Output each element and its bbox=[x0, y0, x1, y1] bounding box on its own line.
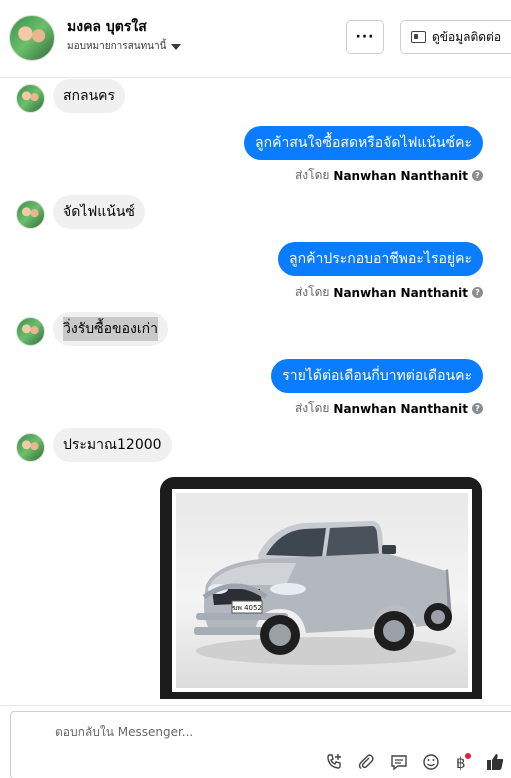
add-call-icon[interactable] bbox=[323, 751, 345, 773]
sent-by-info: ส่งโดย Nanwhan Nanthanit ? bbox=[295, 399, 483, 418]
sender-name[interactable]: Nanwhan Nanthanit bbox=[333, 402, 468, 416]
more-options-button[interactable]: ··· bbox=[346, 20, 384, 54]
incoming-message[interactable]: จัดไฟแน้นซ์ bbox=[53, 195, 145, 229]
sender-name[interactable]: Nanwhan Nanthanit bbox=[333, 286, 468, 300]
sender-name[interactable]: Nanwhan Nanthanit bbox=[333, 169, 468, 183]
contact-card-icon bbox=[411, 31, 426, 43]
customer-avatar[interactable] bbox=[9, 15, 55, 61]
message-text: สกลนคร bbox=[63, 88, 116, 104]
sent-by-prefix: ส่งโดย bbox=[294, 401, 330, 415]
assign-conversation-dropdown[interactable]: มอบหมายการสนทนานี้ bbox=[67, 39, 182, 54]
customer-avatar-small bbox=[16, 84, 45, 113]
sent-by-prefix: ส่งโดย bbox=[294, 168, 330, 182]
emoji-icon[interactable] bbox=[420, 751, 442, 773]
customer-avatar-small bbox=[16, 200, 45, 229]
customer-avatar-small bbox=[16, 317, 45, 346]
message-text: ประมาณ12000 bbox=[63, 437, 162, 453]
saved-reply-icon[interactable] bbox=[388, 751, 410, 773]
pickup-truck-illustration: ฆพ 4052 bbox=[194, 521, 456, 665]
svg-text:฿: ฿ bbox=[456, 754, 466, 772]
message-text: ลูกค้าสนใจซื้อสดหรือจัดไฟแน้นซ์คะ bbox=[255, 135, 472, 151]
incoming-message[interactable]: สกลนคร bbox=[53, 79, 126, 113]
like-icon[interactable] bbox=[484, 751, 506, 773]
incoming-message[interactable]: ประมาณ12000 bbox=[53, 428, 172, 462]
conversation-header: มงคล บุตรใส มอบหมายการสนทนานี้ ··· ดูข้อ… bbox=[0, 0, 511, 78]
message-text-highlighted: วิ่งรับซื้อของเก่า bbox=[63, 317, 158, 341]
message-text: ลูกค้าประกอบอาชีพอะไรอยู่คะ bbox=[289, 251, 472, 267]
pickup-truck-photo[interactable]: ฆพ 4052 bbox=[172, 489, 472, 692]
customer-name[interactable]: มงคล บุตรใส bbox=[67, 16, 147, 38]
outgoing-message[interactable]: รายได้ต่อเดือนกี่บาทต่อเดือนคะ bbox=[271, 359, 483, 393]
license-plate-text: ฆพ 4052 bbox=[232, 604, 262, 612]
message-text: รายได้ต่อเดือนกี่บาทต่อเดือนคะ bbox=[282, 368, 472, 384]
outgoing-message[interactable]: ลูกค้าสนใจซื้อสดหรือจัดไฟแน้นซ์คะ bbox=[244, 126, 483, 160]
info-icon[interactable]: ? bbox=[472, 170, 483, 181]
caret-down-icon bbox=[171, 43, 182, 50]
message-text: จัดไฟแน้นซ์ bbox=[63, 204, 135, 220]
view-contact-label: ดูข้อมูลติดต่อ bbox=[432, 29, 502, 44]
assign-label: มอบหมายการสนทนานี้ bbox=[67, 41, 167, 52]
customer-avatar-small bbox=[16, 433, 45, 462]
payment-icon[interactable]: ฿ bbox=[451, 751, 473, 773]
view-contact-button[interactable]: ดูข้อมูลติดต่อ bbox=[400, 20, 511, 54]
sent-by-info: ส่งโดย Nanwhan Nanthanit ? bbox=[295, 166, 483, 185]
sent-by-prefix: ส่งโดย bbox=[294, 285, 330, 299]
sent-by-info: ส่งโดย Nanwhan Nanthanit ? bbox=[295, 283, 483, 302]
info-icon[interactable]: ? bbox=[472, 403, 483, 414]
reply-input[interactable]: ตอบกลับใน Messenger... bbox=[55, 723, 193, 742]
info-icon[interactable]: ? bbox=[472, 287, 483, 298]
attach-icon[interactable] bbox=[355, 751, 377, 773]
incoming-message[interactable]: วิ่งรับซื้อของเก่า bbox=[53, 312, 168, 346]
outgoing-image-message[interactable]: ฆพ 4052 bbox=[160, 477, 482, 699]
more-dots-icon: ··· bbox=[355, 29, 375, 45]
outgoing-message[interactable]: ลูกค้าประกอบอาชีพอะไรอยู่คะ bbox=[278, 242, 483, 276]
